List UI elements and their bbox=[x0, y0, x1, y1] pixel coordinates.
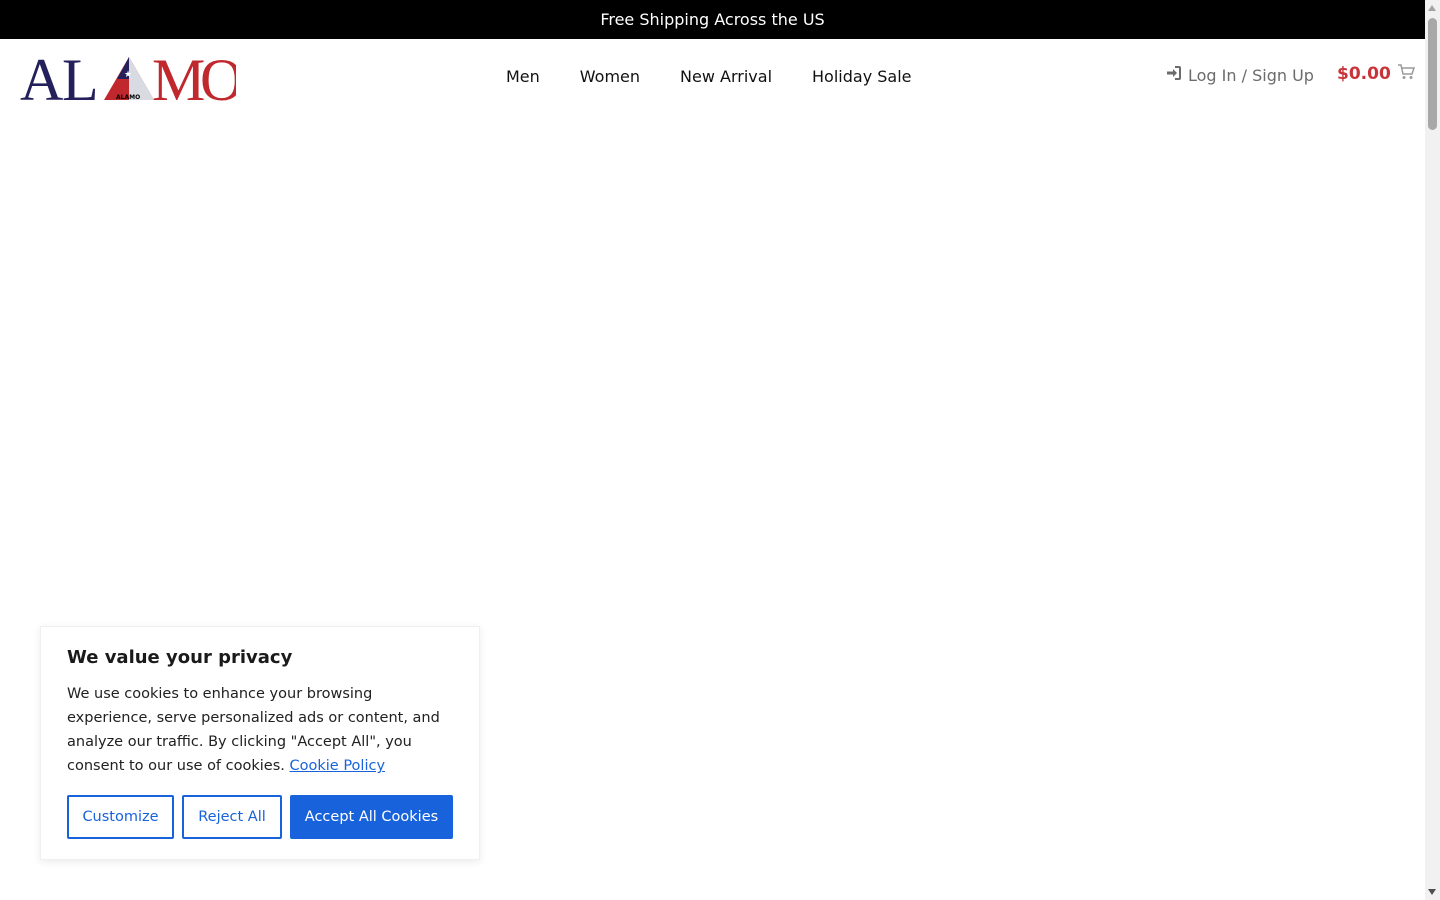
scroll-up-arrow-icon[interactable] bbox=[1428, 5, 1436, 11]
svg-text:O: O bbox=[200, 51, 236, 105]
login-signup-link[interactable]: Log In / Sign Up bbox=[1166, 65, 1314, 85]
cookie-button-row: Customize Reject All Accept All Cookies bbox=[67, 795, 453, 839]
svg-text:★: ★ bbox=[124, 70, 132, 80]
main-nav: Men Women New Arrival Holiday Sale bbox=[486, 61, 932, 92]
scroll-thumb[interactable] bbox=[1428, 18, 1437, 130]
cookie-body: We use cookies to enhance your browsing … bbox=[67, 682, 453, 778]
nav-men[interactable]: Men bbox=[486, 61, 560, 92]
svg-text:M: M bbox=[152, 51, 205, 105]
login-signup-label: Log In / Sign Up bbox=[1188, 65, 1314, 85]
cart-total: $0.00 bbox=[1337, 64, 1391, 84]
page-scrollbar[interactable] bbox=[1425, 0, 1440, 900]
sign-in-icon bbox=[1166, 65, 1182, 85]
nav-women[interactable]: Women bbox=[560, 61, 660, 92]
alamo-logo[interactable]: A L ★ ALAMO M O bbox=[20, 47, 243, 113]
svg-text:A: A bbox=[20, 51, 63, 105]
nav-new-arrival[interactable]: New Arrival bbox=[660, 61, 792, 92]
cart-button[interactable]: $0.00 bbox=[1337, 64, 1415, 84]
reject-all-button[interactable]: Reject All bbox=[182, 795, 282, 839]
announcement-bar: Free Shipping Across the US bbox=[0, 0, 1425, 39]
cart-icon bbox=[1397, 64, 1415, 84]
nav-holiday-sale[interactable]: Holiday Sale bbox=[792, 61, 931, 92]
cookie-consent-banner: We value your privacy We use cookies to … bbox=[40, 626, 480, 860]
site-header: A L ★ ALAMO M O Men Women New Arrival Ho… bbox=[0, 39, 1425, 115]
cookie-policy-link[interactable]: Cookie Policy bbox=[290, 758, 386, 774]
svg-text:L: L bbox=[62, 51, 99, 105]
svg-text:ALAMO: ALAMO bbox=[116, 94, 140, 101]
accept-all-cookies-button[interactable]: Accept All Cookies bbox=[290, 795, 453, 839]
cookie-title: We value your privacy bbox=[67, 647, 293, 668]
scroll-down-arrow-icon[interactable] bbox=[1428, 889, 1436, 895]
customize-button[interactable]: Customize bbox=[67, 795, 174, 839]
announcement-text: Free Shipping Across the US bbox=[600, 10, 825, 29]
